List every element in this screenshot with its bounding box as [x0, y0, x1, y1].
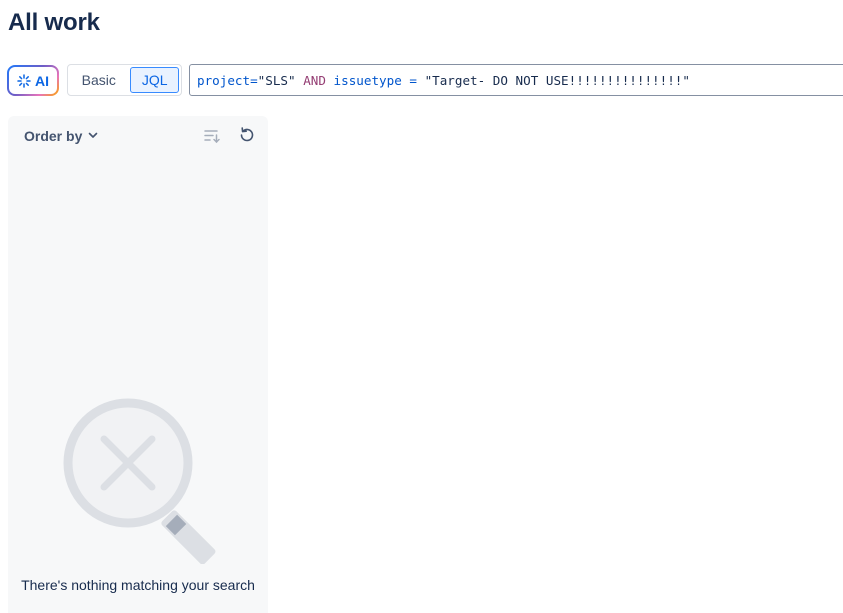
refresh-icon[interactable]	[238, 126, 256, 144]
results-sidebar: Order by There's nothing matching your s…	[8, 116, 268, 613]
search-mode-toggle: Basic JQL	[67, 64, 182, 96]
jql-query-input[interactable]: project = "SLS" AND issuetype = "Target- D…	[189, 64, 843, 96]
jql-token-sp	[402, 73, 410, 88]
jql-token-sp	[326, 73, 334, 88]
sparkle-icon	[17, 73, 31, 88]
jql-token-sp	[296, 73, 304, 88]
empty-state-message: There's nothing matching your search	[21, 577, 255, 593]
chevron-down-icon	[87, 128, 99, 144]
jql-token-op: =	[409, 72, 417, 88]
jql-token-kw: AND	[303, 72, 326, 88]
jql-token-str: "Target- DO NOT USE!!!!!!!!!!!!!!!"	[424, 72, 690, 88]
jql-token-str: "SLS"	[257, 72, 296, 88]
jql-mode-button[interactable]: JQL	[130, 67, 179, 93]
basic-mode-button[interactable]: Basic	[70, 67, 127, 93]
sort-icon[interactable]	[203, 127, 221, 145]
no-results-magnifier-icon	[62, 396, 217, 565]
order-by-label: Order by	[24, 128, 83, 144]
page-title: All work	[8, 9, 100, 36]
jql-token-op: =	[250, 72, 258, 88]
order-by-dropdown[interactable]: Order by	[24, 128, 99, 144]
jql-token-field: issuetype	[333, 72, 402, 88]
ai-search-button[interactable]: AI	[7, 65, 59, 96]
jql-token-sp	[417, 73, 425, 88]
ai-label: AI	[35, 72, 49, 89]
jql-token-field: project	[197, 72, 251, 88]
